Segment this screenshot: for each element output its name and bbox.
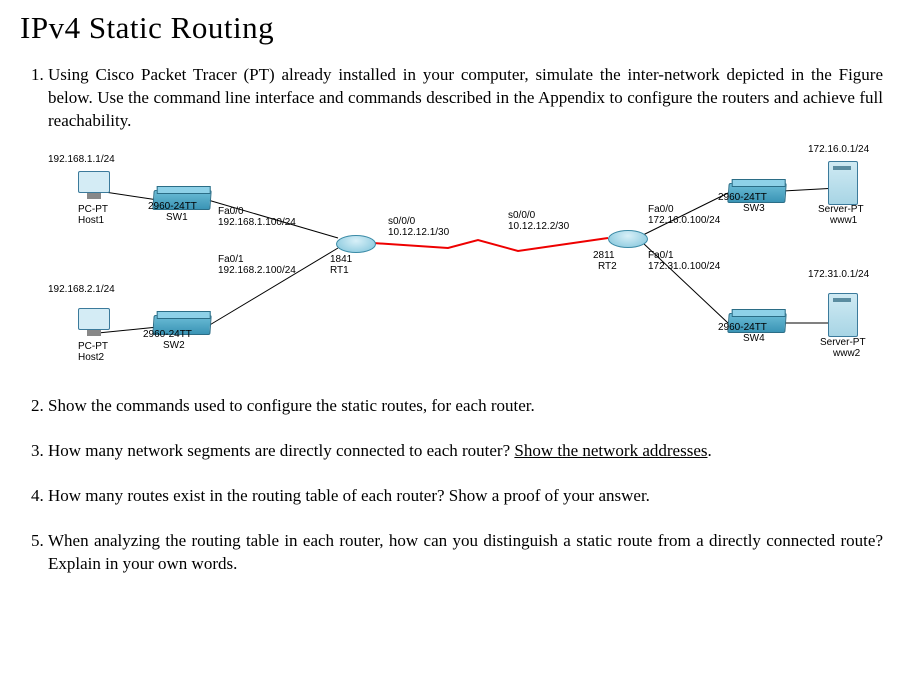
question-2: Show the commands used to configure the … xyxy=(48,395,883,418)
rt2-fa01-ip: 172.31.0.100/24 xyxy=(648,260,720,274)
www2-ip: 172.31.0.1/24 xyxy=(808,268,869,282)
rt1-fa00-ip: 192.168.1.100/24 xyxy=(218,216,296,230)
question-5-text: When analyzing the routing table in each… xyxy=(48,531,883,573)
question-3: How many network segments are directly c… xyxy=(48,440,883,463)
page-title: IPv4 Static Routing xyxy=(20,10,883,46)
question-3-text-c: . xyxy=(707,441,711,460)
www2-name: www2 xyxy=(833,347,860,361)
rt2-s000-ip: 10.12.12.2/30 xyxy=(508,220,569,234)
sw4-name: SW4 xyxy=(743,332,765,346)
question-2-text: Show the commands used to configure the … xyxy=(48,396,535,415)
rt2-icon xyxy=(608,230,648,248)
rt1-fa01-ip: 192.168.2.100/24 xyxy=(218,264,296,278)
question-3-text-b: Show the network addresses xyxy=(514,441,707,460)
question-1-text: Using Cisco Packet Tracer (PT) already i… xyxy=(48,65,883,130)
rt2-fa00-ip: 172.16.0.100/24 xyxy=(648,214,720,228)
www1-icon xyxy=(828,161,858,205)
host2-icon xyxy=(76,308,112,338)
rt1-icon xyxy=(336,235,376,253)
question-1: Using Cisco Packet Tracer (PT) already i… xyxy=(48,64,883,373)
rt1-name: RT1 xyxy=(330,264,349,278)
sw1-name: SW1 xyxy=(166,211,188,225)
question-5: When analyzing the routing table in each… xyxy=(48,530,883,576)
host1-icon xyxy=(76,171,112,201)
host2-name: Host2 xyxy=(78,351,104,365)
rt1-s000-ip: 10.12.12.1/30 xyxy=(388,226,449,240)
sw2-name: SW2 xyxy=(163,339,185,353)
host1-name: Host1 xyxy=(78,214,104,228)
sw3-name: SW3 xyxy=(743,202,765,216)
question-4-text: How many routes exist in the routing tab… xyxy=(48,486,650,505)
www2-icon xyxy=(828,293,858,337)
www1-ip: 172.16.0.1/24 xyxy=(808,143,869,157)
host2-ip: 192.168.2.1/24 xyxy=(48,283,115,297)
question-4: How many routes exist in the routing tab… xyxy=(48,485,883,508)
rt2-name: RT2 xyxy=(598,260,617,274)
www1-name: www1 xyxy=(830,214,857,228)
question-3-text-a: How many network segments are directly c… xyxy=(48,441,514,460)
network-diagram: 192.168.1.1/24 PC-PT Host1 2960-24TT SW1… xyxy=(48,143,888,373)
host1-ip: 192.168.1.1/24 xyxy=(48,153,115,167)
